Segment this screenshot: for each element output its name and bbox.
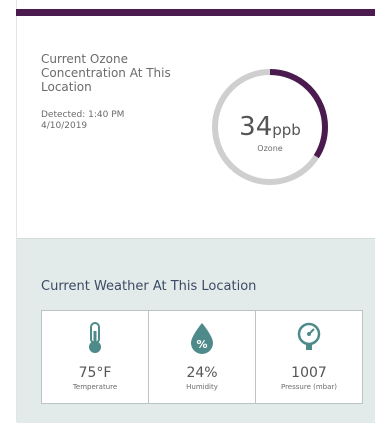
humidity-drop-icon: % bbox=[191, 323, 213, 354]
temperature-label: Temperature bbox=[72, 383, 118, 391]
ozone-panel: Current Ozone Concentration At This Loca… bbox=[17, 16, 375, 238]
ozone-reading: 34ppb bbox=[211, 112, 329, 142]
weather-title: Current Weather At This Location bbox=[41, 279, 257, 294]
top-accent-bar bbox=[16, 9, 375, 16]
thermometer-icon bbox=[89, 322, 101, 353]
pressure-label: Pressure (mbar) bbox=[280, 383, 337, 391]
svg-text:%: % bbox=[196, 338, 207, 351]
weather-cell-temperature: 75°F Temperature bbox=[42, 311, 149, 403]
pressure-value: 1007 bbox=[291, 365, 327, 381]
weather-grid: 75°F Temperature % 24% Humidity 1007 Pre… bbox=[41, 310, 363, 404]
ozone-title: Current Ozone Concentration At This Loca… bbox=[41, 52, 171, 94]
ozone-detected-time: Detected: 1:40 PM 4/10/2019 bbox=[41, 110, 125, 131]
ozone-unit: ppb bbox=[272, 121, 301, 139]
pressure-gauge-icon bbox=[297, 322, 321, 350]
humidity-value: 24% bbox=[186, 365, 218, 381]
ozone-label: Ozone bbox=[257, 144, 283, 153]
ozone-value: 34 bbox=[239, 112, 273, 142]
weather-panel: Current Weather At This Location 75°F Te… bbox=[17, 238, 375, 423]
temperature-value: 75°F bbox=[78, 365, 112, 381]
weather-cell-pressure: 1007 Pressure (mbar) bbox=[256, 311, 362, 403]
humidity-label: Humidity bbox=[186, 383, 218, 391]
ozone-gauge: 34ppb Ozone bbox=[211, 68, 329, 186]
weather-cell-humidity: % 24% Humidity bbox=[149, 311, 256, 403]
